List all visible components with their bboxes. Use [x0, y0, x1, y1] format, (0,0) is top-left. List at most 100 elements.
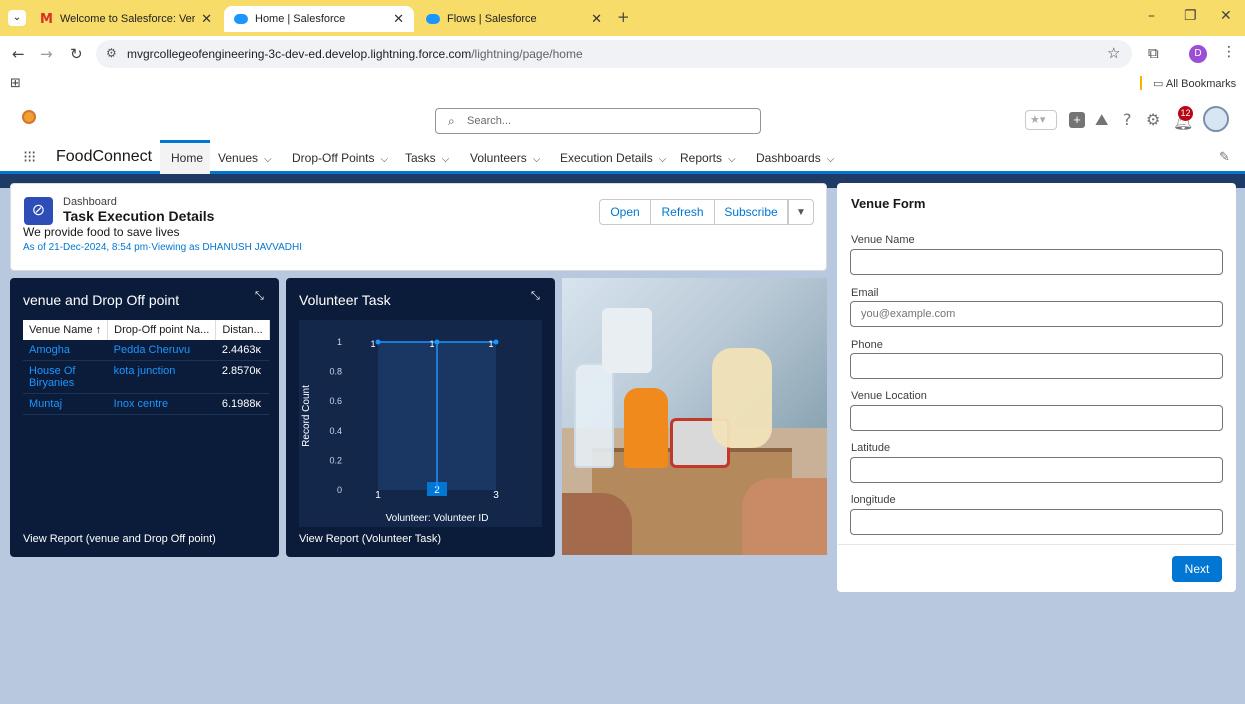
all-bookmarks[interactable]: ▭ All Bookmarks [1153, 77, 1236, 90]
all-bookmarks-label: All Bookmarks [1165, 78, 1237, 90]
forward-icon[interactable]: → [40, 45, 53, 63]
nav-item-label: Volunteers [470, 151, 527, 165]
nav-item-execution-details[interactable]: Execution Details ⌵ [560, 151, 666, 165]
latitude-input[interactable] [850, 457, 1223, 483]
trailhead-icon[interactable]: ⛰ [1095, 110, 1108, 130]
column-header-dropoff[interactable]: Drop-Off point Na... [107, 320, 217, 340]
browser-tab-home[interactable]: Home | Salesforce ✕ [224, 6, 414, 32]
widget-title: Volunteer Task [299, 292, 391, 308]
chevron-down-icon[interactable]: ⌵ [264, 154, 272, 165]
view-report-link[interactable]: View Report (Volunteer Task) [299, 533, 441, 545]
tab-title: Welcome to Salesforce: Verify y [59, 13, 196, 25]
nav-item-volunteers[interactable]: Volunteers ⌵ [470, 151, 540, 165]
reload-icon[interactable]: ↻ [70, 45, 83, 63]
distance-value: 2.4463ĸ [215, 340, 270, 361]
dashboard-meta: As of 21-Dec-2024, 8:54 pm·Viewing as DH… [23, 242, 302, 253]
close-icon[interactable]: ✕ [393, 11, 404, 27]
close-icon[interactable]: ✕ [201, 11, 212, 27]
nav-item-tasks[interactable]: Tasks ⌵ [405, 151, 449, 165]
venue-link[interactable]: Amogha [23, 340, 108, 361]
venue-link[interactable]: Muntaj [23, 393, 108, 415]
close-icon[interactable]: ✕ [591, 11, 602, 27]
edit-nav-pencil-icon[interactable]: ✎ [1219, 150, 1230, 165]
chevron-down-icon[interactable]: ⌵ [728, 154, 736, 165]
venue-link[interactable]: House Of Biryanies [23, 360, 108, 394]
distance-value: 6.1988ĸ [215, 393, 270, 415]
setup-gear-icon[interactable]: ⚙ [1146, 110, 1160, 129]
widget-title: venue and Drop Off point [23, 292, 180, 308]
dashboard-label: Dashboard [63, 196, 117, 208]
user-avatar[interactable] [1203, 106, 1229, 132]
chevron-down-icon[interactable]: ⌵ [659, 154, 667, 165]
x-axis-label: Volunteer: Volunteer ID [386, 513, 489, 524]
global-actions-icon[interactable]: + [1069, 112, 1085, 128]
site-info-icon[interactable]: ⚙ [106, 46, 117, 60]
data-point[interactable] [375, 339, 381, 345]
venue-location-input[interactable] [850, 405, 1223, 431]
venue-location-label: Venue Location [851, 390, 927, 402]
apps-grid-icon[interactable]: ⊞ [10, 76, 21, 91]
venue-name-input[interactable] [850, 249, 1223, 275]
refresh-button[interactable]: Refresh [650, 199, 715, 225]
app-launcher-icon[interactable]: ⁝⁝⁝ [23, 147, 36, 166]
email-label: Email [851, 287, 879, 299]
dropoff-link[interactable]: kota junction [107, 360, 216, 394]
y-tick-label: 0 [337, 485, 342, 495]
extensions-icon[interactable]: ⧉ [1148, 44, 1159, 62]
subscribe-button[interactable]: Subscribe [714, 199, 788, 225]
dashboard-title: Task Execution Details [63, 208, 215, 224]
nav-item-label: Execution Details [560, 151, 653, 165]
new-tab-icon[interactable]: + [617, 8, 630, 26]
column-header-distance[interactable]: Distan... [215, 320, 270, 340]
dropoff-link[interactable]: Pedda Cheruvu [107, 340, 216, 361]
back-icon[interactable]: ← [12, 45, 25, 63]
nav-item-reports[interactable]: Reports ⌵ [680, 151, 736, 165]
chevron-down-icon[interactable]: ⌵ [380, 154, 388, 165]
next-button[interactable]: Next [1172, 556, 1222, 582]
browser-tab-gmail[interactable]: M Welcome to Salesforce: Verify y ✕ [30, 6, 222, 32]
longitude-label: longitude [851, 494, 896, 506]
expand-icon[interactable]: ⤡ [255, 289, 264, 303]
data-point[interactable] [493, 339, 499, 345]
nav-item-label: Drop-Off Points [292, 151, 375, 165]
search-placeholder: Search... [467, 115, 512, 127]
nav-item-dashboards[interactable]: Dashboards ⌵ [756, 151, 834, 165]
form-title: Venue Form [851, 196, 926, 211]
search-icon: ⌕ [448, 114, 455, 128]
juice-shape [624, 388, 668, 468]
data-label: 1 [488, 339, 493, 349]
view-report-link[interactable]: View Report (venue and Drop Off point) [23, 533, 216, 545]
favorites-star-icon[interactable]: ★▾ [1025, 110, 1057, 130]
org-logo-icon [22, 110, 36, 124]
chevron-down-icon[interactable]: ⌵ [827, 154, 835, 165]
url-text[interactable]: mvgrcollegeofengineering-3c-dev-ed.devel… [127, 47, 583, 61]
window-close-icon[interactable]: ✕ [1220, 8, 1232, 24]
chevron-down-icon[interactable]: ⌵ [533, 154, 541, 165]
email-input[interactable] [850, 301, 1223, 327]
browser-tab-flows[interactable]: Flows | Salesforce ✕ [416, 6, 612, 32]
minimize-icon[interactable]: – [1148, 8, 1155, 24]
pasta-bag-shape [712, 348, 772, 448]
restore-icon[interactable]: ❐ [1184, 8, 1197, 24]
tab-search-icon[interactable]: ⌄ [8, 10, 26, 26]
open-button[interactable]: Open [599, 199, 651, 225]
longitude-input[interactable] [850, 509, 1223, 535]
column-header-venue[interactable]: Venue Name ↑ [23, 320, 109, 340]
nav-item-label: Dashboards [756, 151, 821, 165]
chevron-down-icon[interactable]: ⌵ [442, 154, 450, 165]
expand-icon[interactable]: ⤡ [531, 289, 540, 303]
url-host: mvgrcollegeofengineering-3c-dev-ed.devel… [127, 47, 472, 61]
nav-item-venues[interactable]: Venues ⌵ [218, 151, 272, 165]
more-actions-dropdown-icon[interactable]: ▼ [788, 199, 814, 225]
profile-avatar[interactable]: D [1189, 45, 1207, 63]
data-point[interactable] [434, 339, 440, 345]
nav-item-home[interactable]: Home [171, 151, 203, 165]
browser-menu-icon[interactable]: ⋮ [1222, 44, 1236, 60]
help-icon[interactable]: ? [1123, 110, 1132, 129]
dropoff-link[interactable]: Inox centre [107, 393, 216, 415]
bookmark-star-icon[interactable]: ☆ [1107, 44, 1120, 62]
phone-input[interactable] [850, 353, 1223, 379]
nav-item-drop-off-points[interactable]: Drop-Off Points ⌵ [292, 151, 388, 165]
global-search-input[interactable]: ⌕ Search... [435, 108, 761, 134]
y-axis-label: Record Count [301, 385, 312, 447]
